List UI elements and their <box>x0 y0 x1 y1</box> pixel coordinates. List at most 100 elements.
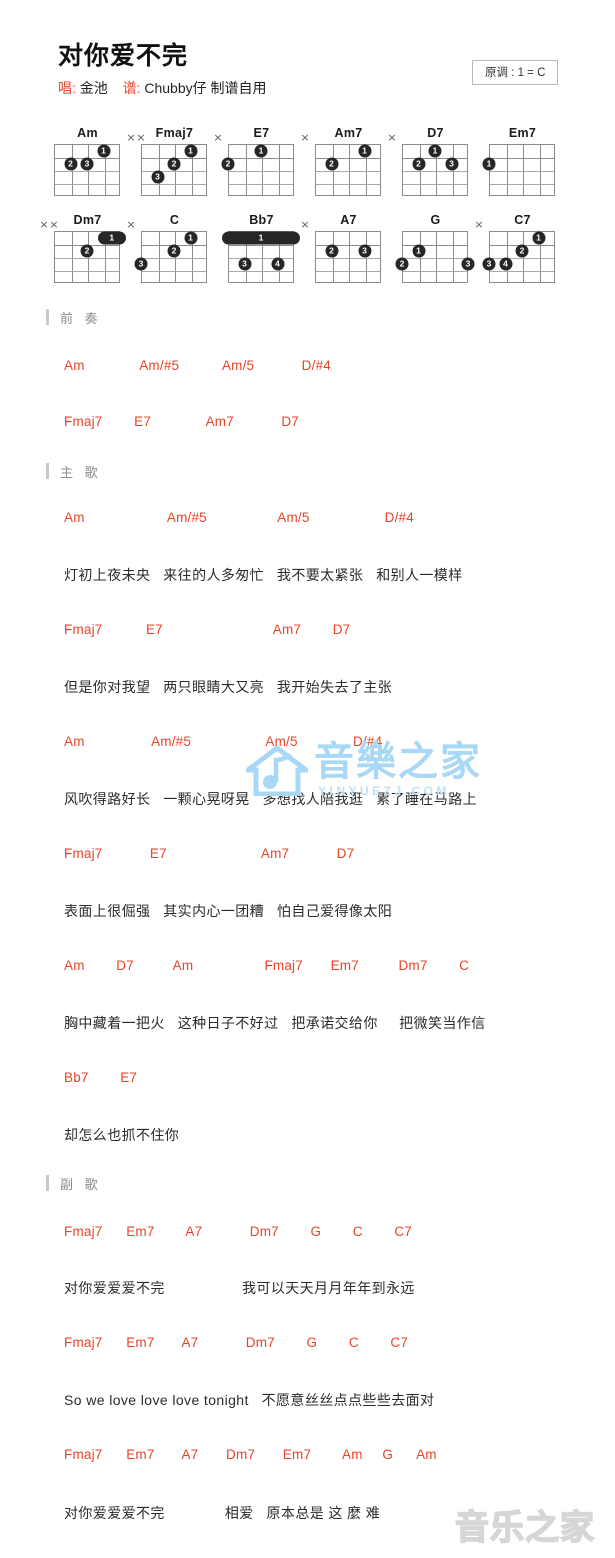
string-line <box>419 145 421 195</box>
finger-dot: 3 <box>80 157 94 170</box>
chord-diagram-name: C7 <box>514 213 531 227</box>
chord-diagram-am7: Am7 1 2 × <box>300 126 392 213</box>
chord-diagram-d7: D7 1 2 3 × <box>387 126 479 213</box>
finger-dot: 3 <box>461 257 475 270</box>
string-line <box>245 145 247 195</box>
finger-dot: 4 <box>499 257 512 270</box>
chord-diagram-name: Am7 <box>334 126 363 140</box>
finger-dot: 2 <box>221 157 235 170</box>
chord-fretboard: 1 2 × × <box>39 219 126 283</box>
fret-line <box>403 258 467 259</box>
fret-line <box>229 245 293 246</box>
chord-diagram-name: E7 <box>253 126 270 140</box>
fretboard-grid <box>315 231 381 283</box>
chord-diagram-g: G 12 3 <box>392 213 479 300</box>
fret-line <box>490 184 554 185</box>
chord-fretboard: 1 2 × <box>300 132 381 196</box>
fretboard-grid <box>54 144 120 196</box>
chord-line: Fmaj7 E7 Am7 D7 <box>64 846 355 861</box>
lyric-line: 表面上很倔强 其实内心一团糟 怕自己爱得像太阳 <box>64 903 393 919</box>
fret-line <box>403 184 467 185</box>
chord-fretboard: 1 2 3 4 × <box>474 219 555 283</box>
singer-label: 唱: <box>58 80 76 96</box>
chord-diagram-em7: Em7 1 <box>479 126 566 213</box>
fret-line <box>142 184 206 185</box>
muted-string-icon: × <box>136 131 146 144</box>
fret-line <box>229 171 293 172</box>
chord-line: Am Am/#5 Am/5 D/#4 <box>64 734 383 749</box>
string-line <box>175 145 176 195</box>
chord-line: Am D7 Am Fmaj7 Em7 Dm7 C <box>64 958 470 973</box>
fret-line <box>490 158 554 159</box>
muted-string-icon: × <box>126 218 136 231</box>
finger-dot: 3 <box>445 157 458 170</box>
chord-line: Fmaj7 Em7 A7 Dm7 Em7 Am G Am <box>64 1447 437 1462</box>
chord-fretboard: 1 23 <box>54 144 120 196</box>
chord-fretboard: 1 2 × <box>213 132 294 196</box>
string-line <box>436 232 437 282</box>
finger-dot: 3 <box>151 170 164 183</box>
fret-line <box>490 271 554 272</box>
muted-string-icon: × <box>126 131 136 144</box>
chord-diagram-name: Bb7 <box>249 213 274 227</box>
singer-name: 金池 <box>79 80 108 96</box>
finger-dot: 2 <box>325 157 338 170</box>
chord-sheet-page: 对你爱不完 唱: 金池 谱: Chubby仔 制谱自用 原调 : 1 = C A… <box>0 0 615 1558</box>
chord-diagram-grid: Am 1 2 3 Fmaj7 1 2 3 × × E7 1 2 × Am7 1 2 × D7 1 2 3 × Em7 1 Dm7… <box>39 126 584 300</box>
arranger-label: 谱: <box>122 80 141 96</box>
chord-line: Fmaj7 E7 Am7 D7 <box>64 622 351 637</box>
finger-dot: 1 <box>184 144 197 157</box>
chord-diagram-name: A7 <box>340 213 357 227</box>
chord-line: Am Am/#5 Am/5 D/#4 <box>64 358 331 373</box>
fretboard-grid <box>141 231 207 283</box>
fret-line <box>55 171 119 172</box>
string-line <box>71 232 73 282</box>
lyric-line: 风吹得路好长 一颗心晃呀晃 多想找人陪我逛 累了睡在马路上 <box>64 791 478 807</box>
chord-diagram-name: D7 <box>427 126 444 140</box>
chord-line: Fmaj7 Em7 A7 Dm7 G C C7 <box>64 1335 409 1350</box>
chord-line: Fmaj7 E7 Am7 D7 <box>64 414 300 429</box>
chord-fretboard: 1 <box>482 144 555 196</box>
barre-marker: 1 <box>222 231 300 244</box>
muted-string-icon: × <box>213 131 223 144</box>
fret-line <box>55 271 119 272</box>
string-line <box>158 232 160 282</box>
fretboard-grid <box>489 144 555 196</box>
watermark-bottom-text: 音乐之家 <box>454 1507 595 1549</box>
finger-dot: 2 <box>395 257 409 270</box>
lyric-line: 但是你对我望 两只眼睛大又亮 我开始失去了主张 <box>64 679 393 695</box>
chord-diagram-c7: C7 1 2 3 4 × <box>474 213 566 300</box>
lyric-line: 对你爱爱爱不完 相爱 原本总是 这 麼 难 <box>64 1505 381 1521</box>
chord-line: Bb7 E7 <box>64 1070 138 1085</box>
chord-diagram-row: Am 1 2 3 Fmaj7 1 2 3 × × E7 1 2 × Am7 1 2 × D7 1 2 3 × Em7 1 <box>44 126 584 213</box>
credits: 唱: 金池 谱: Chubby仔 制谱自用 <box>58 78 267 98</box>
chord-diagram-c: C 1 2 3 × <box>126 213 218 300</box>
chord-line: Am Am/#5 Am/5 D/#4 <box>64 510 414 525</box>
lyric-line: 胸中藏着一把火 这种日子不好过 把承诺交给你 把微笑当作信 <box>64 1015 486 1031</box>
string-line <box>452 145 454 195</box>
finger-dot: 3 <box>358 244 371 257</box>
string-line <box>332 232 334 282</box>
string-line <box>506 145 508 195</box>
fret-line <box>142 258 206 259</box>
string-line <box>523 232 524 282</box>
string-line <box>539 145 541 195</box>
section-heading: 前 奏 <box>46 308 102 327</box>
key-signature-box: 原调 : 1 = C <box>472 60 559 85</box>
muted-string-icon: × <box>387 131 397 144</box>
chord-diagram-bb7: Bb7 1 3 4 <box>218 213 305 300</box>
chord-diagram-name: Am <box>77 126 98 140</box>
chord-diagram-a7: A7 2 3 × <box>300 213 392 300</box>
lyric-line: 对你爱爱爱不完 我可以天天月月年年到永远 <box>64 1280 415 1296</box>
chord-fretboard: 1 2 3 × × <box>126 132 207 196</box>
page-title: 对你爱不完 <box>58 42 189 70</box>
fret-line <box>55 184 119 185</box>
chord-diagram-dm7: Dm7 1 2 × × <box>39 213 131 300</box>
fretboard-grid <box>489 231 555 283</box>
string-line <box>419 232 421 282</box>
finger-dot: 2 <box>167 244 181 257</box>
string-line <box>365 232 367 282</box>
finger-dot: 1 <box>428 144 442 157</box>
finger-dot: 1 <box>184 231 197 244</box>
fret-line <box>403 171 467 172</box>
